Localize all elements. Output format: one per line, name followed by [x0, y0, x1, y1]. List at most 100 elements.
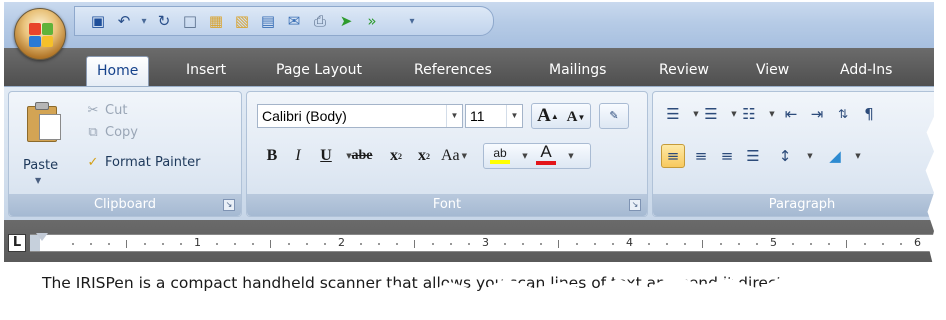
ruler-tick: [558, 240, 559, 248]
decrease-indent-icon[interactable]: ⇤: [779, 102, 803, 126]
paste-dropdown-icon[interactable]: ▼: [35, 176, 41, 185]
cut-button[interactable]: ✂ Cut: [85, 100, 128, 120]
undo-icon[interactable]: ↶: [113, 10, 135, 32]
tab-page-layout[interactable]: Page Layout: [266, 58, 372, 86]
line-spacing-icon[interactable]: ↕: [773, 144, 797, 168]
font-color-bar: [536, 161, 556, 165]
ruler-tick: [594, 243, 596, 245]
bullets-icon[interactable]: ☰: [661, 102, 685, 126]
ruler-tick: [468, 243, 470, 245]
font-color-button[interactable]: A: [535, 142, 557, 166]
ruler-tick: [234, 243, 236, 245]
copy-button[interactable]: ⧉ Copy: [85, 122, 138, 142]
tab-mailings[interactable]: Mailings: [539, 58, 616, 86]
ruler-tick: [882, 243, 884, 245]
tab-references[interactable]: References: [404, 58, 502, 86]
open-icon[interactable]: ▧: [231, 10, 253, 32]
paste-button[interactable]: Paste: [23, 158, 58, 173]
clear-formatting-icon: ✎: [609, 109, 619, 122]
align-center-icon[interactable]: ≡: [689, 144, 713, 168]
word-window: ▣ ↶ ▾ ↻ □ ▦ ▧ ▤ ✉ ⎙ ➤ » ▾ Home Insert Pa…: [4, 2, 934, 317]
title-bar: ▣ ↶ ▾ ↻ □ ▦ ▧ ▤ ✉ ⎙ ➤ » ▾: [4, 2, 934, 60]
horizontal-ruler: L 1 2 3 4 5 6: [4, 220, 934, 262]
customize-qat-icon[interactable]: ▾: [407, 10, 417, 32]
font-group-label: Font: [247, 194, 647, 216]
superscript-button[interactable]: x2: [413, 144, 435, 168]
shrink-font-label: A: [566, 108, 578, 125]
document-text-line[interactable]: The IRISPen is a compact handheld scanne…: [42, 274, 796, 292]
strikethrough-button[interactable]: abe: [351, 144, 373, 168]
forward-arrow-icon[interactable]: »: [361, 10, 383, 32]
highlight-dropdown-icon[interactable]: ▼: [513, 144, 535, 168]
font-dialog-launcher-icon[interactable]: ↘: [629, 199, 641, 211]
highlight-button[interactable]: ab: [489, 143, 511, 167]
italic-button[interactable]: I: [287, 144, 309, 168]
ruler-tick: [324, 243, 326, 245]
paintbrush-icon: ✓: [87, 154, 99, 170]
increase-indent-icon[interactable]: ⇥: [805, 102, 829, 126]
font-family-value: Calibri (Body): [262, 108, 347, 124]
ruler-tick: [828, 243, 830, 245]
sort-icon[interactable]: ⇅: [831, 102, 855, 126]
shading-icon[interactable]: ◢: [823, 144, 847, 168]
ruler-tick: [864, 243, 866, 245]
line-spacing-dropdown-icon[interactable]: ▼: [797, 144, 821, 168]
subscript-button[interactable]: x2: [385, 144, 407, 168]
format-painter-label: Format Painter: [105, 154, 201, 170]
tab-view[interactable]: View: [746, 58, 799, 86]
font-color-dropdown-icon[interactable]: ▼: [559, 144, 581, 168]
copy-label: Copy: [105, 124, 138, 140]
shrink-font-button[interactable]: A ▼: [565, 105, 587, 129]
change-case-button[interactable]: Aa ▼: [441, 144, 467, 168]
multilevel-list-icon[interactable]: ☷: [737, 102, 761, 126]
align-left-icon[interactable]: ≡: [661, 144, 685, 168]
show-marks-icon[interactable]: ¶: [857, 102, 881, 126]
tab-add-ins[interactable]: Add-Ins: [830, 58, 902, 86]
ruler-tick: [378, 243, 380, 245]
shading-dropdown-icon[interactable]: ▼: [845, 144, 869, 168]
paste-icon[interactable]: [27, 102, 63, 142]
numbering-icon[interactable]: ☰: [699, 102, 723, 126]
print-icon[interactable]: ⎙: [309, 10, 331, 32]
font-size-select[interactable]: 11 ▼: [465, 104, 523, 128]
undo-dropdown-icon[interactable]: ▾: [139, 10, 149, 32]
tab-review[interactable]: Review: [649, 58, 719, 86]
tab-selector[interactable]: L: [8, 234, 26, 252]
quick-access-toolbar: ▣ ↶ ▾ ↻ □ ▦ ▧ ▤ ✉ ⎙ ➤ » ▾: [74, 6, 494, 36]
first-line-indent-marker[interactable]: [36, 233, 48, 241]
save-icon[interactable]: ▣: [87, 10, 109, 32]
office-button[interactable]: [14, 8, 66, 60]
tab-home[interactable]: Home: [86, 56, 150, 86]
underline-button[interactable]: U: [315, 144, 337, 168]
scissors-icon: ✂: [87, 102, 99, 118]
ruler-number: 3: [482, 236, 489, 249]
font-family-select[interactable]: Calibri (Body) ▼: [257, 104, 463, 128]
clipboard-dialog-launcher-icon[interactable]: ↘: [223, 199, 235, 211]
ruler-number: 1: [194, 236, 201, 249]
book-icon[interactable]: ▤: [257, 10, 279, 32]
ruler-tick: [252, 243, 254, 245]
back-arrow-icon[interactable]: ➤: [335, 10, 357, 32]
new-document-icon[interactable]: □: [179, 10, 201, 32]
grow-font-button[interactable]: A ▲: [537, 104, 559, 128]
redo-icon[interactable]: ↻: [153, 10, 175, 32]
ruler-tick: [504, 243, 506, 245]
justify-icon[interactable]: ☰: [741, 144, 765, 168]
align-right-icon[interactable]: ≡: [715, 144, 739, 168]
tab-insert[interactable]: Insert: [176, 58, 236, 86]
ruler-tick: [126, 240, 127, 248]
change-case-label: Aa: [441, 147, 460, 164]
ruler-bar[interactable]: 1 2 3 4 5 6: [30, 233, 934, 252]
clear-formatting-button[interactable]: ✎: [599, 103, 629, 129]
ruler-tick: [702, 240, 703, 248]
ruler-tick: [810, 243, 812, 245]
document-text-line[interactable]: so: [154, 306, 172, 317]
ruler-number: 2: [338, 236, 345, 249]
ruler-tick: [612, 243, 614, 245]
underline-label: U: [320, 147, 332, 164]
email-icon[interactable]: ✉: [283, 10, 305, 32]
open-folder-icon[interactable]: ▦: [205, 10, 227, 32]
format-painter-button[interactable]: ✓ Format Painter: [85, 152, 201, 172]
bold-button[interactable]: B: [261, 144, 283, 168]
document-body[interactable]: The IRISPen is a compact handheld scanne…: [4, 262, 934, 317]
